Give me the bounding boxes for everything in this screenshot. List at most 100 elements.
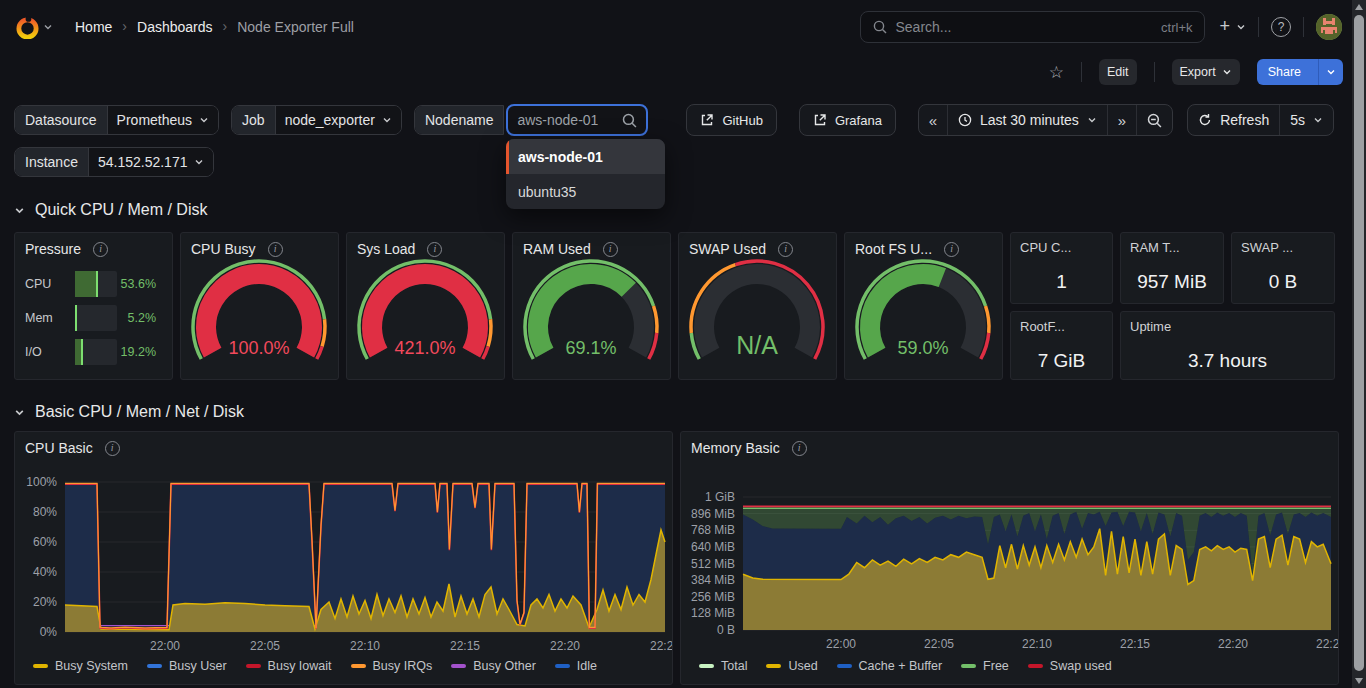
add-menu-button[interactable]: + (1219, 19, 1246, 35)
export-button[interactable]: Export (1172, 59, 1240, 85)
section-quick-cpu[interactable]: Quick CPU / Mem / Disk (14, 199, 1342, 221)
cpu-basic-legend: Busy System Busy User Busy Iowait Busy IRQs… (33, 659, 597, 673)
nodename-label: Nodename (415, 106, 504, 134)
time-forward-button[interactable]: » (1108, 105, 1137, 135)
svg-text:22:05: 22:05 (250, 639, 280, 653)
cpu-basic-chart[interactable]: 0%20%40%60%80%100%22:0022:0522:1022:1522… (15, 432, 673, 685)
breadcrumb-dashboards[interactable]: Dashboards (137, 19, 213, 35)
panel-root-fs: Root FS U...i 59.0% (844, 232, 1003, 380)
chevron-down-icon (43, 22, 53, 32)
info-icon[interactable]: i (778, 242, 793, 257)
time-range-picker[interactable]: Last 30 minutes (948, 105, 1108, 135)
chevron-down-icon (1326, 67, 1336, 77)
panel-rootfs-total: RootF...7 GiB (1010, 311, 1113, 380)
info-icon[interactable]: i (603, 242, 618, 257)
user-avatar[interactable] (1316, 14, 1342, 40)
breadcrumb-home[interactable]: Home (75, 19, 112, 35)
legend-item[interactable]: Busy Other (451, 659, 536, 673)
scrollbar-down-arrow[interactable] (1355, 678, 1363, 684)
svg-text:N/A: N/A (736, 331, 778, 359)
divider (1081, 62, 1082, 82)
svg-text:22:15: 22:15 (450, 639, 480, 653)
scrollbar-thumb[interactable] (1354, 15, 1364, 671)
grafana-link-button[interactable]: Grafana (799, 104, 896, 136)
help-button[interactable]: ? (1271, 17, 1291, 37)
nodename-value: aws-node-01 (517, 112, 598, 128)
github-link-button[interactable]: GitHub (686, 104, 776, 136)
grafana-logo-menu[interactable] (16, 16, 53, 39)
panel-sys-load: Sys Loadi 421.0% (346, 232, 505, 380)
legend-item[interactable]: Idle (555, 659, 597, 673)
refresh-interval-picker[interactable]: 5s (1280, 105, 1333, 135)
legend-item[interactable]: Swap used (1028, 659, 1112, 673)
info-icon[interactable]: i (268, 242, 283, 257)
info-icon[interactable]: i (93, 242, 108, 257)
share-button[interactable]: Share (1257, 59, 1343, 85)
pressure-row: CPU 53.6% (25, 271, 156, 297)
search-input[interactable]: Search... ctrl+k (860, 11, 1205, 43)
job-picker[interactable]: Job node_exporter (231, 105, 402, 135)
time-back-button[interactable]: « (919, 105, 948, 135)
info-icon[interactable]: i (105, 441, 120, 456)
instance-picker[interactable]: Instance 54.152.52.171 (14, 147, 214, 177)
info-icon[interactable]: i (792, 441, 807, 456)
legend-item[interactable]: Busy IRQs (351, 659, 433, 673)
chevron-down-icon (14, 205, 25, 216)
chevron-down-icon (194, 157, 204, 167)
scrollbar-up-arrow[interactable] (1355, 4, 1363, 10)
svg-text:80%: 80% (33, 505, 57, 519)
svg-text:0%: 0% (40, 625, 58, 639)
star-icon[interactable]: ☆ (1049, 62, 1064, 83)
job-value: node_exporter (285, 112, 375, 128)
nodename-picker: Nodename (414, 105, 505, 135)
scrollbar[interactable] (1352, 0, 1366, 688)
panel-uptime: Uptime3.7 hours (1120, 311, 1335, 380)
section-basic-cpu[interactable]: Basic CPU / Mem / Net / Disk (14, 401, 1342, 423)
info-icon[interactable]: i (944, 242, 959, 257)
svg-text:22:25: 22:25 (1316, 637, 1339, 651)
divider (1303, 17, 1304, 37)
edit-button[interactable]: Edit (1099, 59, 1137, 85)
pressure-row: Mem 5.2% (25, 305, 156, 331)
legend-item[interactable]: Free (961, 659, 1009, 673)
breadcrumb-separator: › (223, 18, 228, 34)
datasource-value: Prometheus (117, 112, 192, 128)
memory-basic-chart[interactable]: 0 B128 MiB256 MiB384 MiB512 MiB640 MiB76… (681, 432, 1339, 685)
legend-item[interactable]: Busy Iowait (246, 659, 332, 673)
dropdown-option[interactable]: aws-node-01 (506, 139, 665, 174)
svg-text:100%: 100% (26, 475, 57, 489)
bar-gauge (75, 305, 117, 331)
share-menu-button[interactable] (1318, 59, 1343, 85)
breadcrumb-separator: › (122, 18, 127, 34)
legend-item[interactable]: Cache + Buffer (837, 659, 943, 673)
refresh-button[interactable]: Refresh (1188, 105, 1280, 135)
legend-item[interactable]: Used (766, 659, 817, 673)
legend-item[interactable]: Total (699, 659, 747, 673)
panel-swap-total: SWAP ...0 B (1231, 232, 1335, 304)
dropdown-option[interactable]: ubuntu35 (506, 174, 665, 209)
panel-swap-used: SWAP Usedi N/A (678, 232, 837, 380)
nodename-input[interactable]: aws-node-01 (506, 104, 648, 136)
legend-item[interactable]: Busy System (33, 659, 128, 673)
svg-text:256 MiB: 256 MiB (691, 590, 735, 604)
search-icon (873, 20, 887, 34)
search-shortcut: ctrl+k (1161, 20, 1192, 35)
breadcrumb-current: Node Exporter Full (237, 19, 354, 35)
memory-basic-legend: Total Used Cache + Buffer Free Swap used (699, 659, 1112, 673)
datasource-picker[interactable]: Datasource Prometheus (14, 105, 219, 135)
svg-text:22:20: 22:20 (550, 639, 580, 653)
search-placeholder: Search... (895, 19, 951, 35)
legend-item[interactable]: Busy User (147, 659, 227, 673)
gauge-row: Pressurei CPU 53.6% Mem 5.2% I/O 19.2% C… (14, 232, 1342, 380)
svg-text:421.0%: 421.0% (394, 338, 455, 358)
chevron-down-icon (199, 115, 209, 125)
svg-text:768 MiB: 768 MiB (691, 523, 735, 537)
svg-text:22:00: 22:00 (826, 637, 856, 651)
zoom-out-button[interactable] (1137, 105, 1172, 135)
filter-row-2: Instance 54.152.52.171 (14, 146, 1334, 178)
svg-text:22:00: 22:00 (150, 639, 180, 653)
svg-text:512 MiB: 512 MiB (691, 557, 735, 571)
chevron-down-icon (1222, 67, 1232, 77)
info-icon[interactable]: i (427, 242, 442, 257)
plus-icon: + (1219, 17, 1230, 35)
